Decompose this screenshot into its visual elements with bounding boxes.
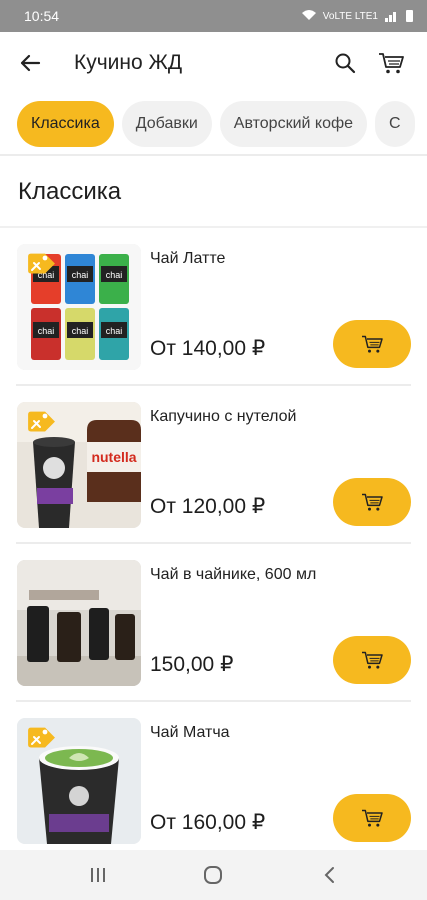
system-back-button[interactable] [299, 855, 359, 895]
add-to-cart-button[interactable] [333, 636, 411, 684]
add-to-cart-button[interactable] [333, 478, 411, 526]
chai-label: chai [106, 326, 123, 336]
cashback-tag-icon [28, 253, 55, 274]
chip-classic[interactable]: Классика [17, 101, 114, 147]
status-time: 10:54 [24, 8, 60, 24]
product-list: chai chai chai chai chai chai Чай Латте … [0, 228, 427, 860]
network-label: VoLTE LTE1 [322, 10, 378, 22]
product-name: Чай Латте [150, 250, 226, 267]
product-price: 150,00 ₽ [150, 653, 234, 676]
recent-apps-icon [90, 868, 105, 882]
product-image: nutella [17, 402, 141, 528]
product-name: Капучино с нутелой [150, 408, 297, 425]
product-item[interactable]: chai chai chai chai chai chai Чай Латте … [16, 228, 411, 386]
cart-icon [362, 651, 383, 669]
product-image [17, 718, 141, 844]
product-name: Чай Матча [150, 724, 230, 741]
nutella-label: nutella [91, 449, 136, 465]
chip-additives[interactable]: Добавки [121, 101, 212, 147]
product-price: От 140,00 ₽ [150, 337, 266, 360]
category-chips: Классика Добавки Авторский кофе С [0, 94, 427, 156]
product-item[interactable]: Чай Матча От 160,00 ₽ [16, 702, 411, 860]
status-bar: 10:54 VoLTE LTE1 [0, 0, 427, 32]
app-bar: Кучино ЖД [0, 32, 427, 94]
product-image [17, 560, 141, 686]
cashback-tag-icon [28, 727, 55, 748]
product-image: chai chai chai chai chai chai [17, 244, 141, 370]
section-title: Классика [18, 178, 122, 205]
battery-icon [406, 10, 413, 22]
product-item[interactable]: Чай в чайнике, 600 мл 150,00 ₽ [16, 544, 411, 702]
product-item[interactable]: nutella Капучино с нутелой От 120,00 ₽ [16, 386, 411, 544]
page-title: Кучино ЖД [74, 51, 183, 74]
cart-button[interactable] [371, 43, 411, 83]
home-icon [204, 866, 223, 884]
cashback-tag-icon [28, 411, 55, 432]
product-price: От 160,00 ₽ [150, 811, 266, 834]
chai-label: chai [38, 326, 55, 336]
cart-icon [379, 53, 404, 74]
cart-icon [362, 809, 383, 827]
product-price: От 120,00 ₽ [150, 495, 266, 518]
chip-signature-coffee[interactable]: Авторский кофе [219, 101, 368, 147]
system-nav-bar [0, 850, 427, 900]
back-button[interactable] [16, 49, 44, 77]
search-button[interactable] [325, 43, 365, 83]
wifi-icon [301, 9, 317, 24]
chai-label: chai [106, 270, 123, 280]
add-to-cart-button[interactable] [333, 794, 411, 842]
status-icons: VoLTE LTE1 [301, 9, 413, 24]
product-name: Чай в чайнике, 600 мл [150, 566, 317, 583]
cart-icon [362, 335, 383, 353]
chai-label: chai [72, 270, 89, 280]
add-to-cart-button[interactable] [333, 320, 411, 368]
recent-apps-button[interactable] [68, 855, 128, 895]
cart-icon [362, 493, 383, 511]
chai-label: chai [72, 326, 89, 336]
search-icon [335, 53, 356, 74]
home-button[interactable] [183, 855, 243, 895]
chevron-left-icon [324, 867, 335, 883]
chip-next[interactable]: С [375, 101, 415, 147]
arrow-left-icon [20, 54, 41, 72]
signal-icon [384, 11, 396, 22]
